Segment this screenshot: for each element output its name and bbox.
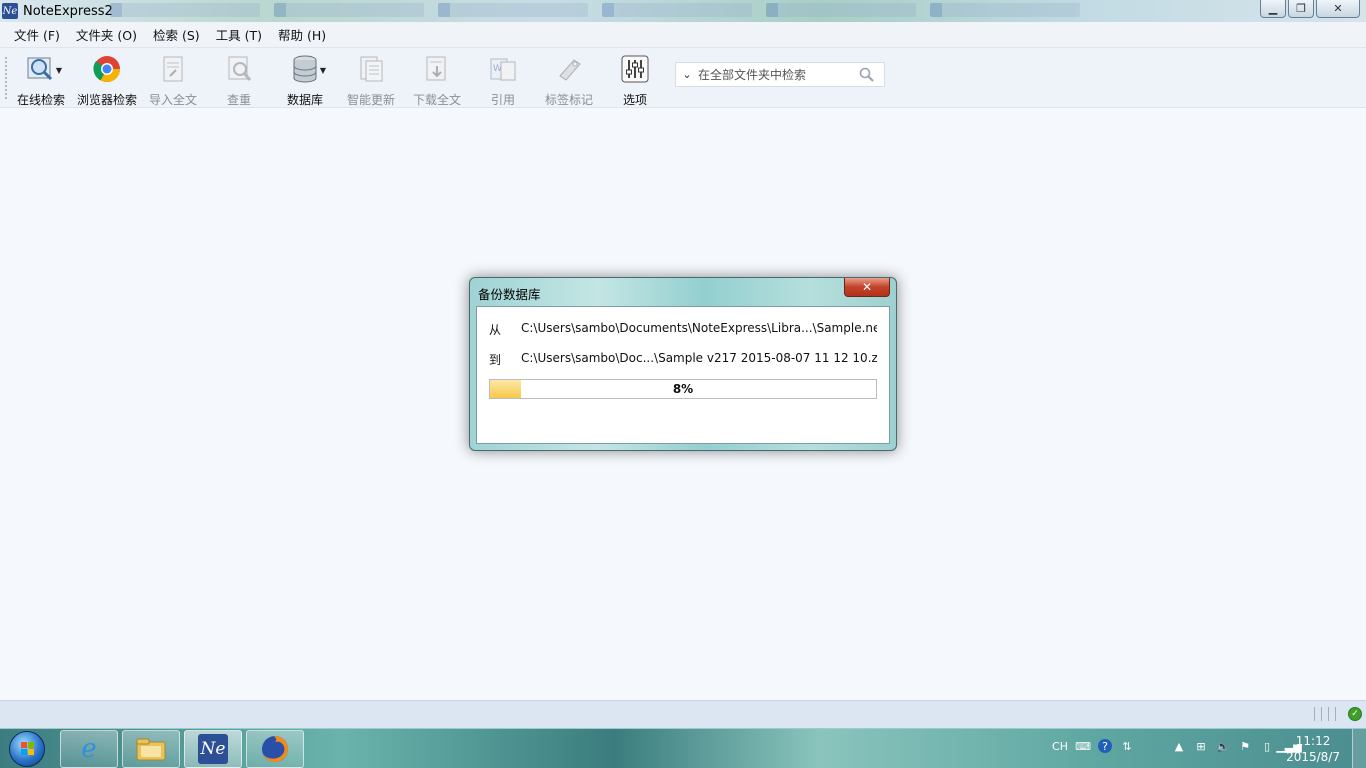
windows-logo-icon — [9, 731, 45, 767]
windows-flag-icon[interactable]: ⊞ — [1194, 739, 1208, 753]
window-controls: ▁ ❐ ✕ — [1260, 0, 1360, 18]
to-path: C:\Users\sambo\Doc...\Sample v217 2015-0… — [521, 351, 877, 365]
search-scope-dropdown-icon[interactable]: ⌄ — [676, 68, 698, 81]
power-icon[interactable]: ▯ — [1260, 739, 1274, 753]
keyboard-icon[interactable]: ⌨ — [1075, 739, 1091, 753]
search-icon[interactable] — [858, 66, 876, 84]
browser-search-icon — [92, 54, 122, 84]
download-fulltext-icon — [422, 54, 452, 84]
dialog-title: 备份数据库 — [478, 287, 541, 302]
options-icon — [620, 54, 650, 84]
menu-folder[interactable]: 文件夹 (O) — [68, 25, 145, 44]
download-fulltext-button[interactable]: 下载全文 — [404, 52, 470, 107]
online-search-icon: ▼ — [26, 54, 62, 84]
title-bar: Ne NoteExpress2 ▁ ❐ ✕ — [0, 0, 1366, 22]
menu-tools[interactable]: 工具 (T) — [208, 25, 270, 44]
dialog-close-button[interactable]: ✕ — [844, 278, 890, 297]
search-box: ⌄ — [675, 62, 885, 87]
status-separator — [1314, 707, 1315, 721]
menu-search[interactable]: 检索 (S) — [145, 25, 208, 44]
clock[interactable]: 11:12 2015/8/7 — [1286, 733, 1340, 765]
background-tab — [274, 3, 424, 17]
action-center-flag-icon[interactable]: ⚑ — [1238, 739, 1252, 753]
status-separator — [1321, 707, 1322, 721]
menu-bar: 文件 (F) 文件夹 (O) 检索 (S) 工具 (T) 帮助 (H) — [0, 22, 1366, 48]
backup-database-dialog: 备份数据库 ✕ 从 C:\Users\sambo\Documents\NoteE… — [469, 277, 897, 451]
from-path: C:\Users\sambo\Documents\NoteExpress\Lib… — [521, 321, 877, 335]
minimize-button[interactable]: ▁ — [1260, 0, 1286, 18]
cite-icon: W — [488, 54, 518, 84]
status-ok-icon: ✓ — [1348, 707, 1362, 721]
tag-button[interactable]: 标签标记 — [536, 52, 602, 107]
language-indicator[interactable]: CH — [1052, 740, 1068, 753]
to-label: 到 — [489, 353, 502, 367]
app-logo-icon: Ne — [2, 3, 18, 19]
show-hidden-icons-icon[interactable]: ▲ — [1172, 739, 1186, 753]
database-button[interactable]: ▼ 数据库 — [272, 52, 338, 107]
background-tab — [110, 3, 260, 17]
firefox-icon — [262, 736, 288, 762]
options-button[interactable]: 选项 — [602, 52, 668, 107]
taskbar-ie[interactable]: e — [60, 730, 118, 768]
status-separators — [1314, 707, 1336, 721]
taskbar-explorer[interactable] — [122, 730, 180, 768]
backup-progress-bar: 8% — [489, 379, 877, 399]
close-window-button[interactable]: ✕ — [1316, 0, 1360, 18]
smart-update-icon — [356, 54, 386, 84]
duplicate-check-button[interactable]: 查重 — [206, 52, 272, 107]
ime-options-icon[interactable]: ⇅ — [1120, 739, 1134, 753]
search-input[interactable] — [698, 67, 858, 82]
background-tab — [602, 3, 752, 17]
taskbar-noteexpress[interactable]: Ne — [184, 730, 242, 768]
menu-help[interactable]: 帮助 (H) — [270, 25, 334, 44]
restore-button[interactable]: ❐ — [1288, 0, 1314, 18]
online-search-button[interactable]: ▼ 在线检索 — [8, 52, 74, 107]
background-tab — [438, 3, 588, 17]
status-separator — [1328, 707, 1329, 721]
show-desktop-button[interactable] — [1352, 729, 1366, 768]
background-window-tabs — [110, 3, 1080, 19]
folder-icon — [136, 738, 166, 761]
from-row: 从 C:\Users\sambo\Documents\NoteExpress\L… — [489, 321, 877, 337]
import-fulltext-icon — [158, 54, 188, 84]
clock-date: 2015/8/7 — [1286, 750, 1340, 764]
internet-explorer-icon: e — [81, 734, 97, 764]
taskbar: e Ne CH ⌨ ? ⇅ ▲ ⊞ 🔈 ⚑ ▯ ▁▃▅ 11:12 2015/8… — [0, 728, 1366, 768]
menu-file[interactable]: 文件 (F) — [6, 25, 68, 44]
progress-text: 8% — [672, 382, 694, 396]
background-tab — [930, 3, 1080, 17]
taskbar-firefox[interactable] — [246, 730, 304, 768]
system-tray: CH ⌨ ? ⇅ ▲ ⊞ 🔈 ⚑ ▯ ▁▃▅ — [1052, 739, 1302, 753]
database-icon: ▼ — [290, 54, 326, 84]
status-separator — [1335, 707, 1336, 721]
import-fulltext-button[interactable]: 导入全文 — [140, 52, 206, 107]
status-bar: ✓ — [0, 700, 1366, 728]
tag-icon — [554, 54, 584, 84]
noteexpress-icon: Ne — [198, 734, 228, 764]
background-tab — [766, 3, 916, 17]
dialog-body: 从 C:\Users\sambo\Documents\NoteExpress\L… — [476, 306, 890, 444]
smart-update-button[interactable]: 智能更新 — [338, 52, 404, 107]
volume-icon[interactable]: 🔈 — [1216, 739, 1230, 753]
to-row: 到 C:\Users\sambo\Doc...\Sample v217 2015… — [489, 351, 877, 367]
from-label: 从 — [489, 323, 502, 337]
duplicate-check-icon — [224, 54, 254, 84]
window-title: NoteExpress2 — [23, 3, 113, 19]
clock-time: 11:12 — [1295, 734, 1331, 748]
browser-search-button[interactable]: 浏览器检索 — [74, 52, 140, 107]
help-icon[interactable]: ? — [1098, 739, 1112, 753]
cite-button[interactable]: W 引用 — [470, 52, 536, 107]
start-button[interactable] — [4, 730, 50, 768]
